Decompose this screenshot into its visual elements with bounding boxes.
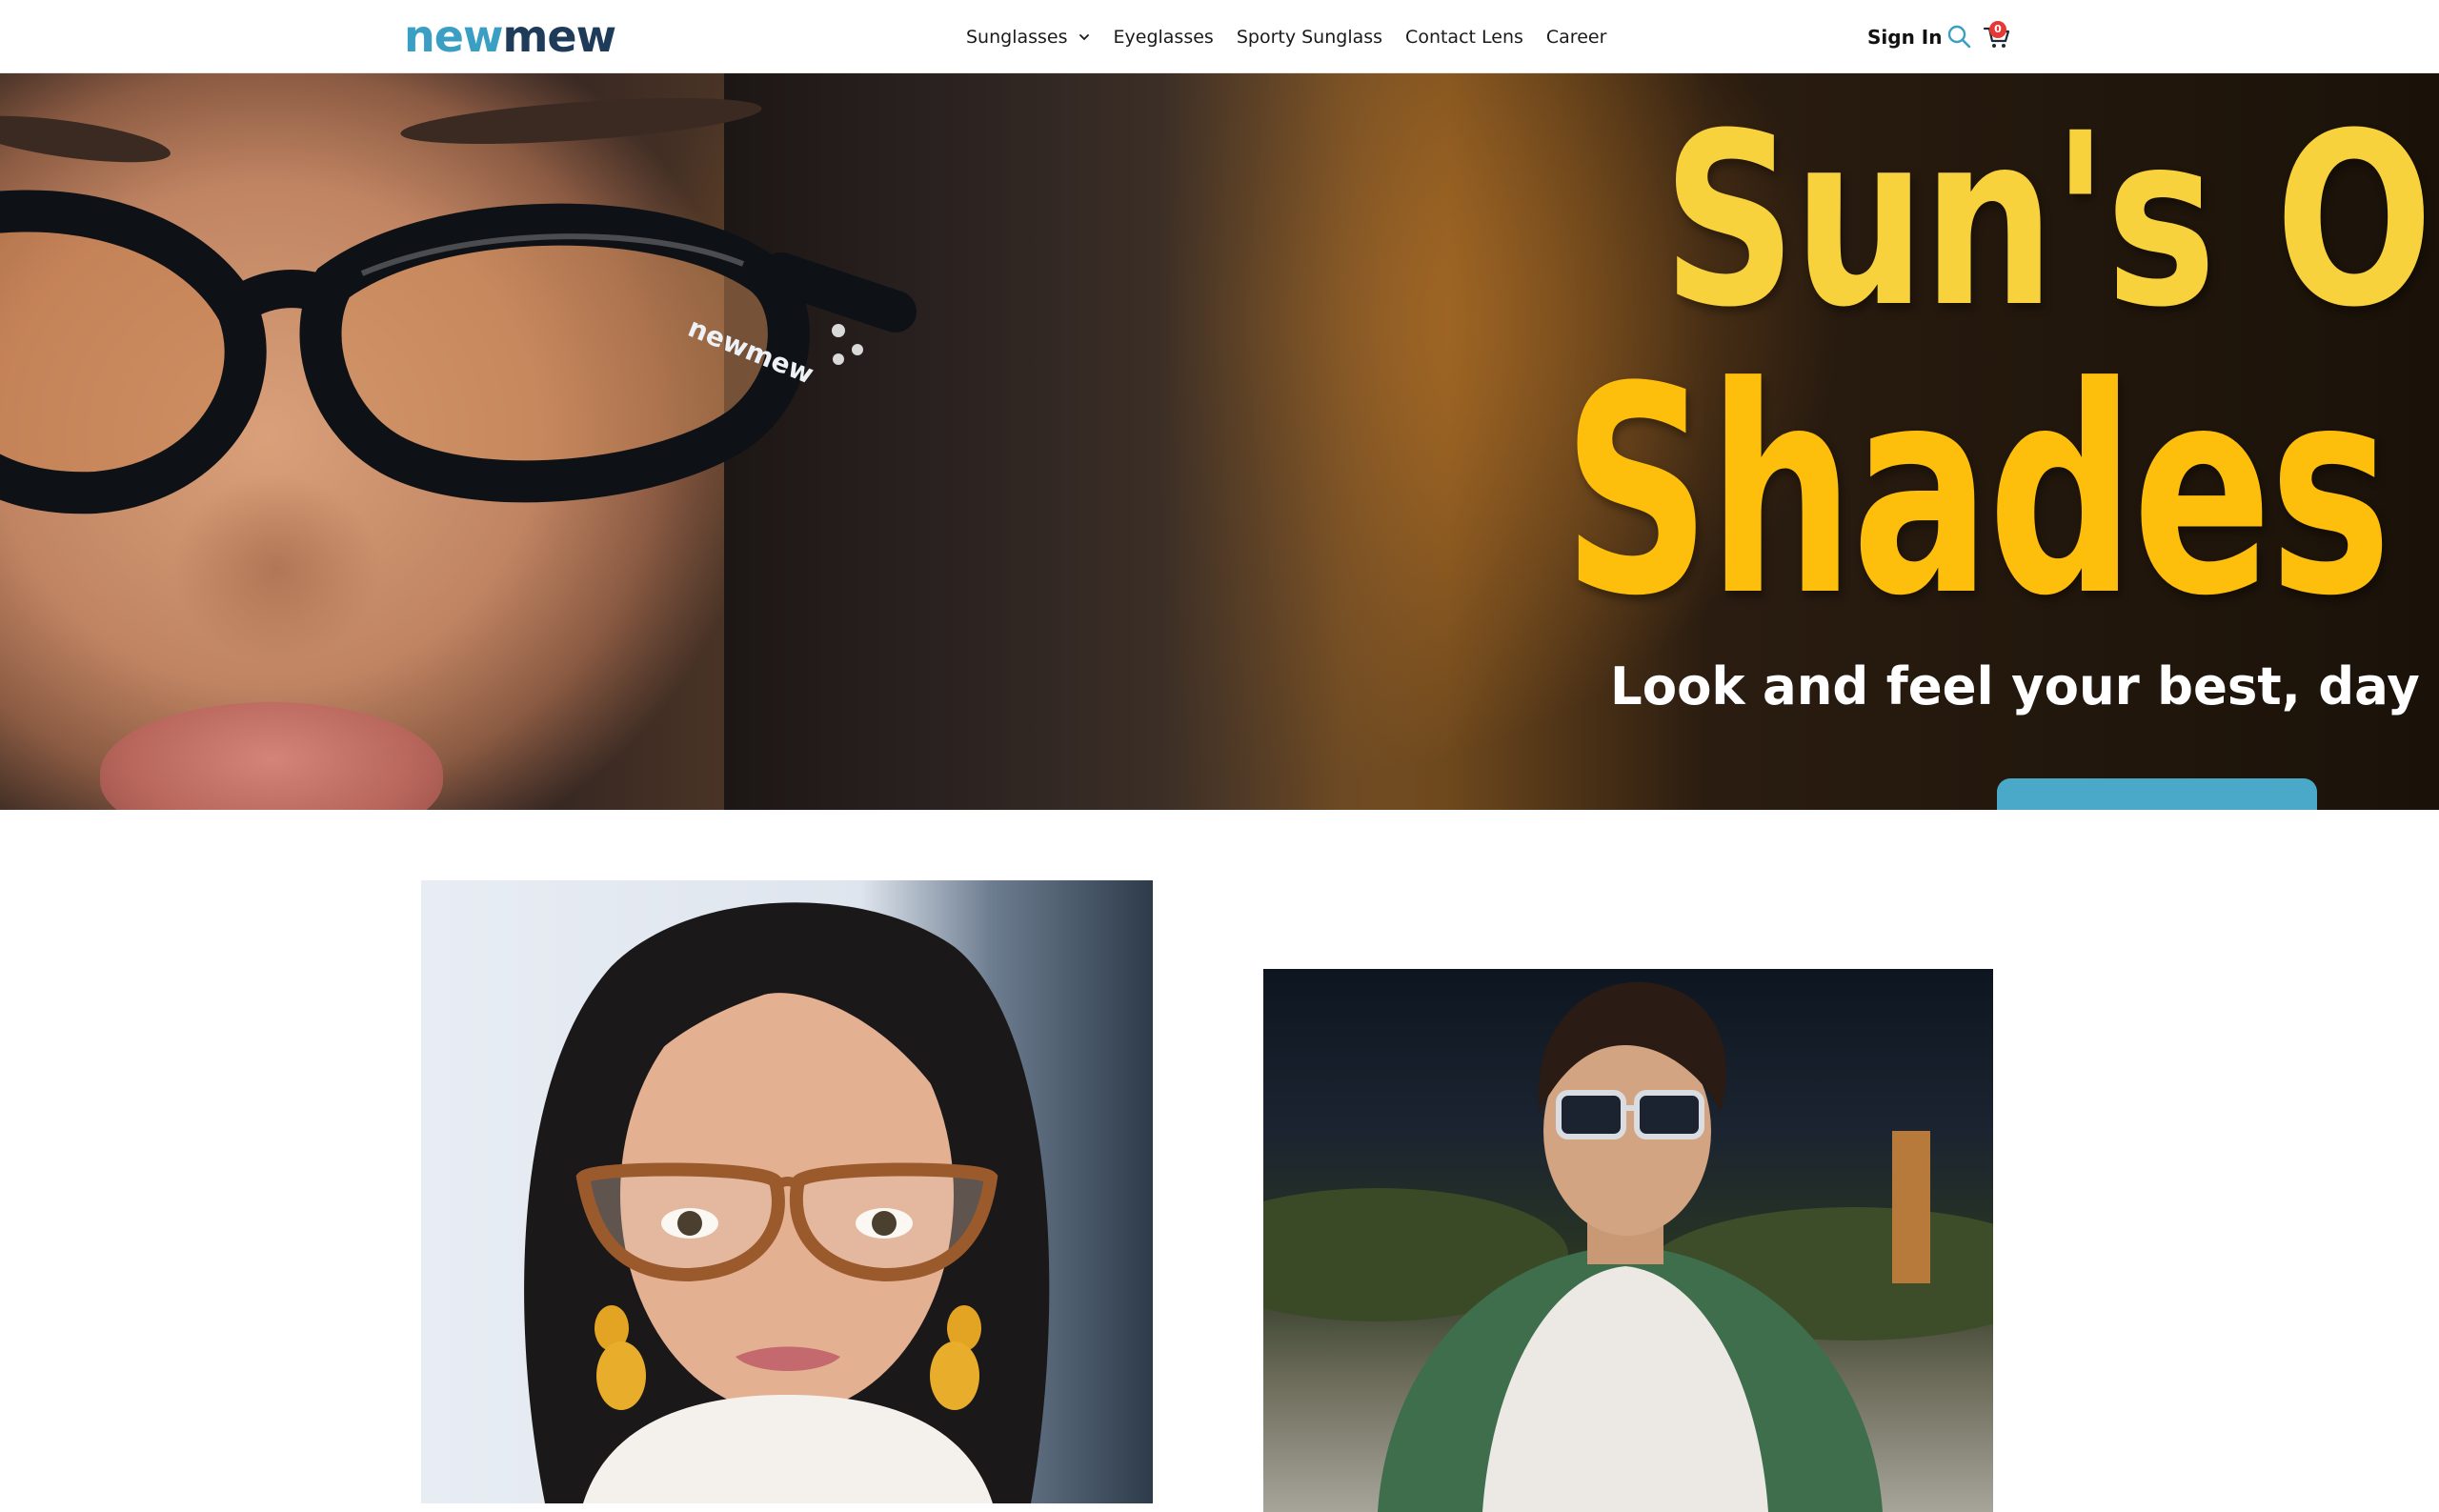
nav-label-sunglasses: Sunglasses [966,26,1068,48]
hero-cta-button[interactable] [1997,778,2317,810]
product-photo-sunglasses-man[interactable] [1263,969,1993,1512]
nav-item-contact-lens[interactable]: Contact Lens [1405,27,1523,48]
logo-part-mew: mew [502,10,616,62]
hero-model-nose [171,474,381,664]
site-header: newmew Sunglasses Eyeglasses Sporty Sung… [0,0,2439,73]
hero-headline-line2: Shades C [1562,326,2439,658]
sign-in-link[interactable]: Sign In [1867,21,1942,53]
hero-subtitle: Look and feel your best, day in an [1610,656,2439,716]
main-nav: Sunglasses Eyeglasses Sporty Sunglass Co… [966,0,1629,73]
search-icon[interactable] [1945,23,1972,50]
man-portrait-illustration [1263,981,1993,1512]
logo-part-new: new [404,10,503,62]
hero-glasses-image [0,190,917,514]
nav-item-career[interactable]: Career [1546,27,1607,48]
nav-item-sunglasses[interactable]: Sunglasses [966,27,1091,48]
hero-banner: newmew Sun's O Shades C Look and feel yo… [0,73,2439,810]
chevron-down-icon [1078,33,1089,40]
cart-count-badge: 0 [1989,21,2006,38]
hero-headline-line1: Sun's O [1663,82,2433,359]
nav-item-sporty-sunglass[interactable]: Sporty Sunglass [1237,27,1382,48]
nav-item-eyeglasses[interactable]: Eyeglasses [1114,27,1214,48]
woman-portrait-illustration [524,902,1050,1503]
logo[interactable]: newmew [404,8,616,65]
product-photo-eyeglasses-woman[interactable] [421,880,1153,1503]
